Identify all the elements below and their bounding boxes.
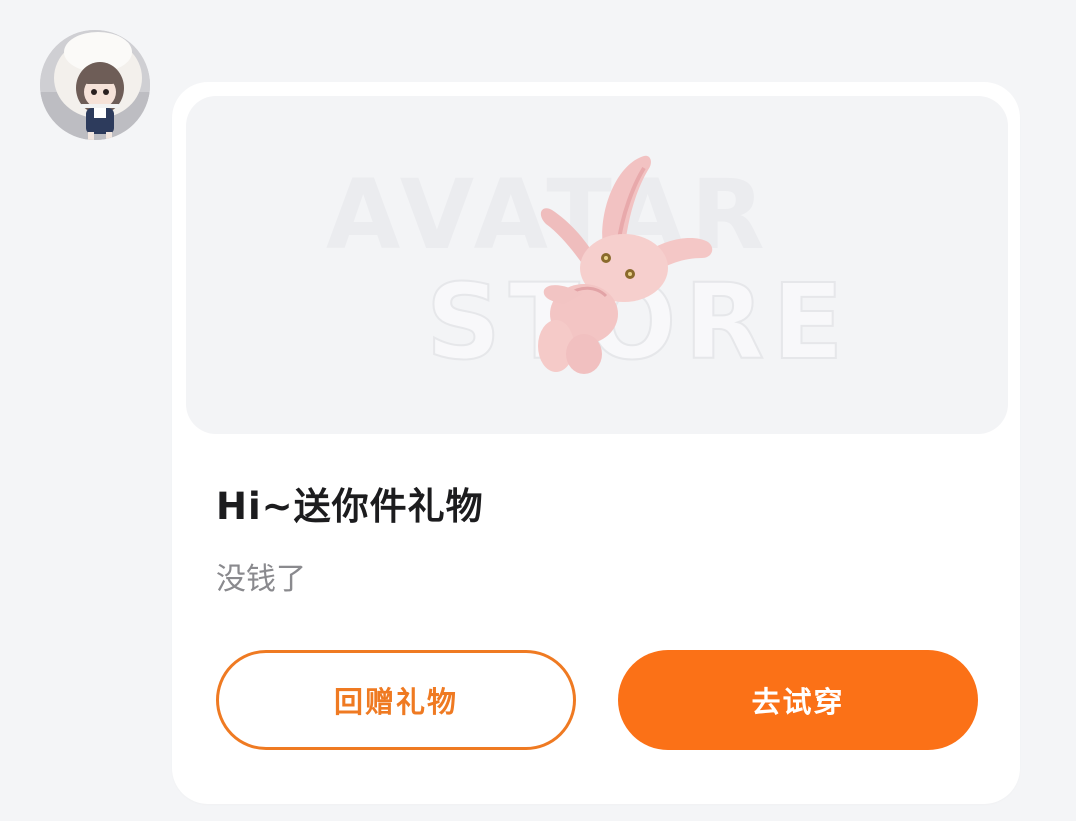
gift-title: Hi~送你件礼物 (216, 485, 484, 528)
return-gift-button[interactable]: 回赠礼物 (216, 650, 576, 750)
gift-card[interactable]: AVATAR STORE Hi~送你件礼物 没钱了 回赠礼物 去试穿 (172, 82, 1020, 804)
gift-preview: AVATAR STORE (186, 96, 1008, 434)
avatar-girl-icon (40, 30, 150, 140)
try-on-label: 去试穿 (751, 685, 845, 719)
try-on-button[interactable]: 去试穿 (618, 650, 978, 750)
gift-message: 没钱了 (216, 562, 306, 597)
chat-view: AVATAR STORE Hi~送你件礼物 没钱了 回赠礼物 去试穿 (0, 0, 1076, 821)
sender-avatar[interactable] (40, 30, 150, 140)
return-gift-label: 回赠礼物 (333, 685, 458, 719)
pink-bunny-plush-icon (538, 155, 713, 374)
